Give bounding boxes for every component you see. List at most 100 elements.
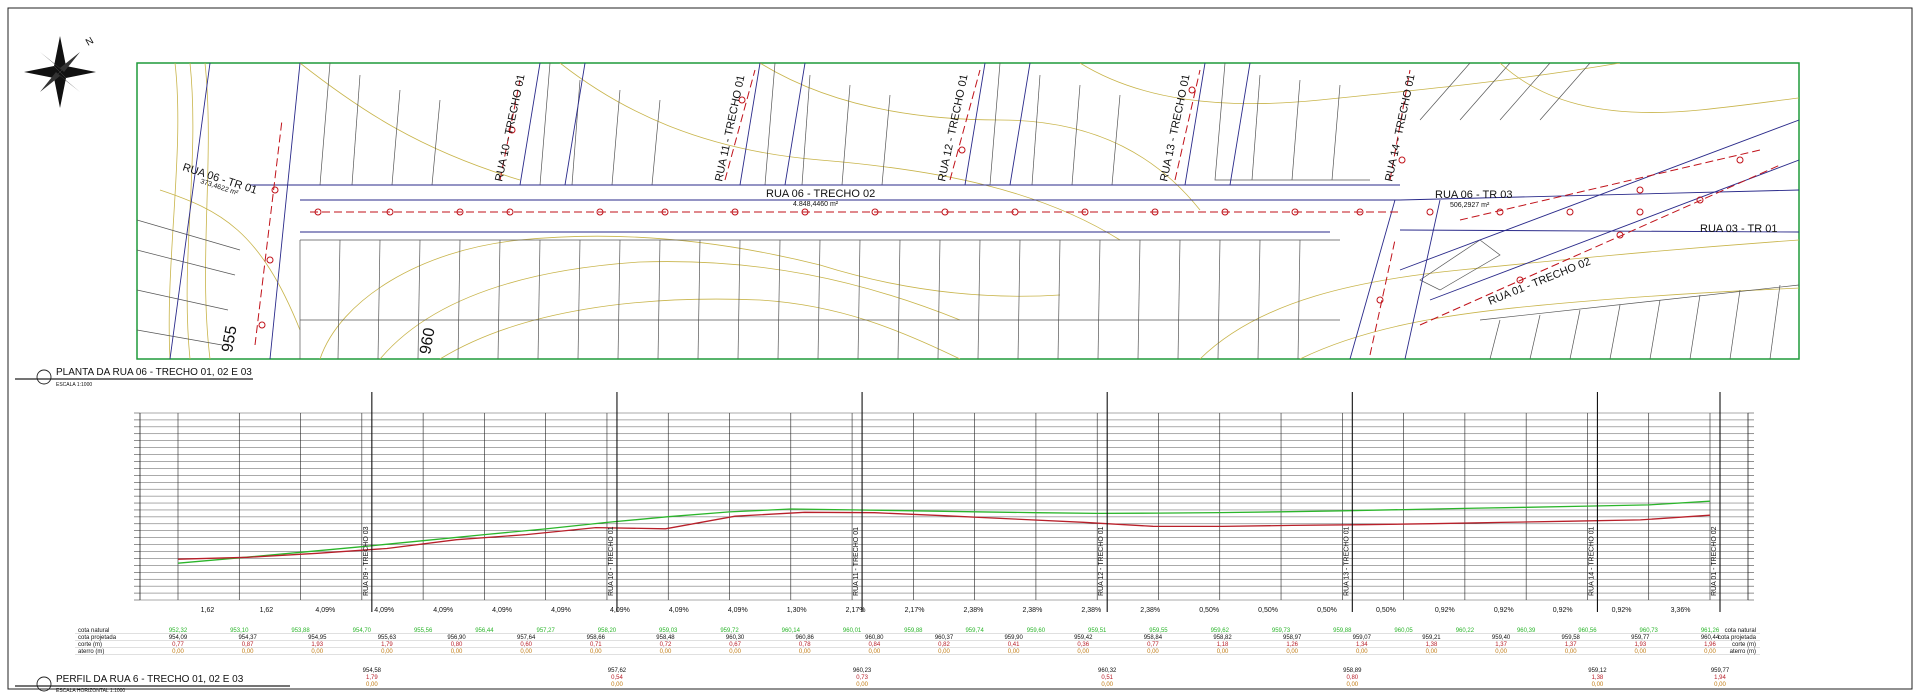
slope-label: 0,50% — [1376, 607, 1396, 614]
table-cell: 959,42 — [1074, 635, 1093, 641]
table-cell: 959,77 — [1631, 635, 1650, 641]
table-cell: 0,00 — [869, 649, 881, 655]
crossing-label: RUA 12 - TRECHO 01 — [1098, 526, 1105, 596]
table-cell: 955,63 — [378, 635, 397, 641]
slope-label: 4,09% — [610, 607, 630, 614]
row-label: cota projetada — [1718, 635, 1757, 641]
table-cell: 959,58 — [1562, 635, 1581, 641]
sub-cell: 0,00 — [611, 682, 623, 688]
slope-label: 2,38% — [1081, 607, 1101, 614]
table-cell: 961,26 — [1701, 628, 1720, 634]
sub-cell: 0,00 — [1346, 682, 1358, 688]
street-label: RUA 06 - TRECHO 02 — [766, 188, 875, 200]
profile-grid — [134, 412, 1754, 601]
crossing-label: RUA 11 - TRECHO 01 — [853, 527, 860, 596]
table-cell: 1,38 — [1426, 642, 1438, 648]
table-cell: 959,21 — [1422, 635, 1441, 641]
sub-cell: 0,00 — [856, 682, 868, 688]
sub-cell: 1,38 — [1592, 675, 1604, 681]
table-cell: 957,64 — [517, 635, 536, 641]
slope-label: 2,17% — [905, 607, 925, 614]
table-cell: 1,79 — [381, 642, 393, 648]
table-cell: 0,00 — [311, 649, 323, 655]
table-cell: 960,56 — [1578, 628, 1597, 634]
table-cell: 0,00 — [1704, 649, 1716, 655]
slope-label: 3,36% — [1671, 607, 1691, 614]
table-cell: 0,00 — [381, 649, 393, 655]
natural-ground-line — [177, 500, 1711, 564]
crossing-label: RUA 09 - TRECHO 03 — [363, 526, 370, 596]
table-cell: 0,00 — [1077, 649, 1089, 655]
table-cell: 960,22 — [1456, 628, 1475, 634]
table-cell: 959,74 — [965, 628, 984, 634]
slope-label: 0,92% — [1612, 607, 1632, 614]
sub-cell: 0,00 — [1101, 682, 1113, 688]
table-cell: 0,00 — [660, 649, 672, 655]
sub-cell: 0,00 — [1592, 682, 1604, 688]
table-cell: 958,66 — [587, 635, 606, 641]
plan-frame — [136, 62, 1800, 360]
table-cell: 0,67 — [729, 642, 741, 648]
slope-label: 2,38% — [964, 607, 984, 614]
table-cell: 0,78 — [799, 642, 811, 648]
station-lines — [177, 413, 1711, 600]
plan-title: PLANTA DA RUA 06 - TRECHO 01, 02 E 03 — [56, 367, 252, 378]
table-cell: 959,62 — [1211, 628, 1230, 634]
table-cell: 952,32 — [169, 628, 188, 634]
table-cell: 958,82 — [1213, 635, 1232, 641]
slope-label: 2,17% — [846, 607, 866, 614]
table-cell: 0,00 — [451, 649, 463, 655]
table-cell: 1,37 — [1495, 642, 1507, 648]
north-arrow-icon: N — [24, 35, 96, 108]
sub-cell: 1,79 — [366, 675, 378, 681]
profile-scale: ESCALA HORIZONTAL 1:1000 — [56, 688, 125, 694]
table-cell: 0,00 — [1356, 649, 1368, 655]
slope-label: 4,09% — [374, 607, 394, 614]
table-cell: 959,73 — [1272, 628, 1291, 634]
area-label: 4.848,4460 m² — [793, 201, 839, 208]
table-cell: 0,00 — [1147, 649, 1159, 655]
plan-scale: ESCALA 1:1000 — [56, 382, 92, 388]
row-label: aterro (m) — [78, 649, 104, 655]
table-cell: 959,60 — [1027, 628, 1046, 634]
profile-view: RUA 09 - TRECHO 03 RUA 10 - TRECHO 01 RUA … — [15, 392, 1760, 694]
slope-label: 4,09% — [433, 607, 453, 614]
table-cell: 956,44 — [475, 628, 494, 634]
table-cell: 0,00 — [1217, 649, 1229, 655]
crossing-label: RUA 13 - TRECHO 01 — [1343, 526, 1350, 596]
table-cell: 1,26 — [1286, 642, 1298, 648]
table-cell: 0,00 — [242, 649, 254, 655]
table-cell: 958,84 — [1144, 635, 1163, 641]
row-label: corte (m) — [1732, 642, 1756, 648]
table-cell: 956,90 — [447, 635, 466, 641]
table-cell: 960,01 — [843, 628, 862, 634]
table-cell: 960,80 — [865, 635, 884, 641]
table-cell: 957,27 — [537, 628, 556, 634]
table-cell: 953,10 — [230, 628, 249, 634]
profile-title: PERFIL DA RUA 6 - TRECHO 01, 02 E 03 — [56, 674, 244, 685]
table-cell: 1,93 — [311, 642, 323, 648]
table-cell: 0,00 — [1565, 649, 1577, 655]
table-cell: 0,00 — [520, 649, 532, 655]
slope-label: 2,38% — [1140, 607, 1160, 614]
sub-cell: 1,94 — [1714, 675, 1726, 681]
table-cell: 954,09 — [169, 635, 188, 641]
table-cell: 0,00 — [1286, 649, 1298, 655]
table-cell: 958,97 — [1283, 635, 1302, 641]
table-cell: 960,14 — [782, 628, 801, 634]
slope-label: 4,09% — [551, 607, 571, 614]
table-cell: 0,00 — [938, 649, 950, 655]
row-label: cota natural — [78, 628, 109, 634]
area-label: 506,2927 m² — [1450, 202, 1490, 209]
table-cell: 959,07 — [1353, 635, 1372, 641]
sub-cell: 0,00 — [1714, 682, 1726, 688]
slope-label: 0,92% — [1435, 607, 1455, 614]
drawing-sheet: N RUA 06 - TR 01 RUA 06 - TRECHO 02 RUA … — [7, 7, 1913, 694]
table-cell: 1,93 — [1635, 642, 1647, 648]
projected-grade-line — [177, 511, 1711, 560]
table-cell: 0,00 — [799, 649, 811, 655]
slope-label: 0,50% — [1317, 607, 1337, 614]
sub-cell: 959,12 — [1588, 668, 1607, 674]
slope-label: 0,92% — [1553, 607, 1573, 614]
table-cell: 960,05 — [1394, 628, 1413, 634]
